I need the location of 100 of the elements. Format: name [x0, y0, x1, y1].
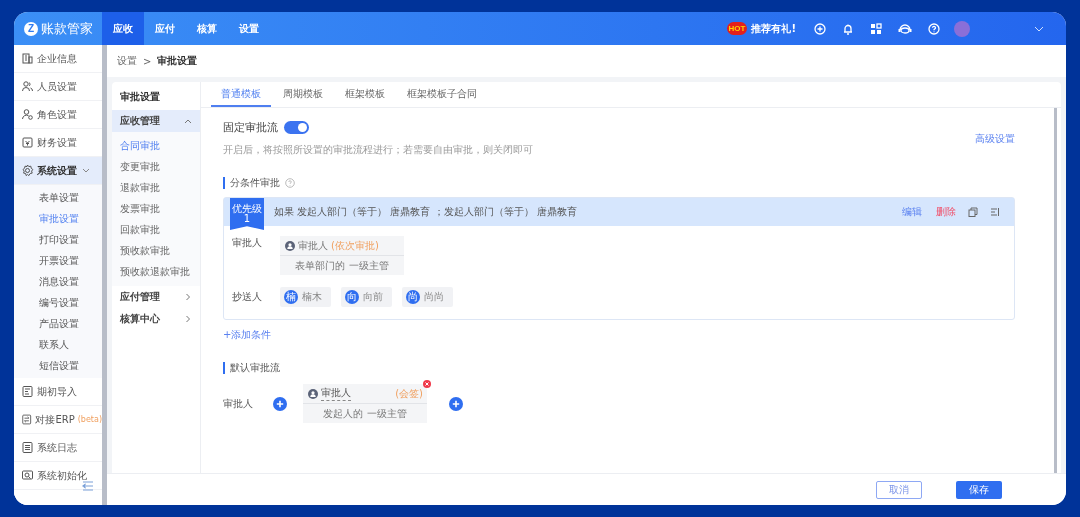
copy-icon[interactable] [968, 207, 978, 217]
person-name: 尚尚 [424, 290, 444, 304]
submenu-item[interactable]: 开票设置 [14, 250, 102, 271]
sidebar-label: 角色设置 [37, 107, 77, 122]
remove-icon[interactable] [423, 380, 431, 388]
subnav-group[interactable]: 核算中心 [112, 308, 200, 330]
subnav-item[interactable]: 发票审批 [112, 198, 200, 219]
person-chip[interactable]: 向 向前 [341, 287, 392, 307]
sidebar-label: 系统初始化 [37, 468, 87, 483]
node-description: 发起人的 一级主管 [322, 406, 408, 421]
breadcrumb-item[interactable]: 设置 [117, 54, 137, 68]
subnav-item[interactable]: 退款审批 [112, 177, 200, 198]
collapse-icon[interactable] [82, 481, 94, 491]
monitor-icon [21, 469, 34, 482]
add-icon[interactable] [273, 396, 287, 411]
advanced-settings-link[interactable]: 高级设置 [975, 131, 1015, 146]
submenu-item[interactable]: 短信设置 [14, 355, 102, 376]
promo-link[interactable]: 推荐有礼! [751, 21, 796, 36]
subnav-group[interactable]: 应收管理 [112, 110, 200, 132]
sidebar-label: 系统日志 [37, 440, 77, 455]
logo-icon: Z [24, 21, 38, 36]
submenu-item[interactable]: 审批设置 [14, 208, 102, 229]
approval-mode: (会签) [395, 386, 423, 401]
submenu-item[interactable]: 打印设置 [14, 229, 102, 250]
nav-tab[interactable]: 设置 [228, 12, 270, 45]
person-icon [285, 240, 295, 251]
subnav-group-label: 应收管理 [120, 114, 160, 128]
subnav-item[interactable]: 合同审批 [112, 135, 200, 156]
submenu-item[interactable]: 表单设置 [14, 187, 102, 208]
sidebar-label: 财务设置 [37, 135, 77, 150]
initial-avatar: 楠 [284, 290, 298, 304]
node-description: 表单部门的 一级主管 [294, 258, 390, 273]
grid-icon[interactable] [870, 22, 882, 35]
submenu-item[interactable]: 联系人 [14, 334, 102, 355]
person-chip[interactable]: 楠 楠木 [280, 287, 331, 307]
approver-node[interactable]: 审批人 (依次审批) 表单部门的 一级主管 [280, 236, 404, 275]
field-label: 审批人 [223, 396, 254, 411]
tab[interactable]: 周期模板 [273, 82, 333, 107]
priority-label: 优先级 [232, 204, 262, 214]
sidebar-label: 人员设置 [37, 79, 77, 94]
help-icon [285, 178, 295, 188]
headset-icon[interactable] [898, 22, 912, 35]
condition-text: 如果 发起人部门（等于） 唐鼎教育 ；发起人部门（等于） 唐鼎教育 [274, 205, 578, 219]
document-icon [21, 385, 34, 398]
section-title: 默认审批流 [223, 362, 280, 374]
toggle-switch[interactable] [284, 121, 309, 134]
add-icon[interactable] [449, 396, 463, 411]
scrollbar[interactable] [1054, 108, 1057, 473]
approval-mode: (依次审批) [331, 238, 379, 253]
approver-node[interactable]: 审批人 (会签) 发起人的 一级主管 [303, 384, 427, 423]
nav-tab[interactable]: 应付 [144, 12, 186, 45]
list-icon [21, 441, 34, 454]
chevron-down-icon[interactable] [1034, 25, 1044, 32]
bell-icon[interactable] [842, 22, 854, 35]
scrollbar[interactable] [102, 45, 107, 505]
initial-avatar: 向 [345, 290, 359, 304]
nav-tab[interactable]: 核算 [186, 12, 228, 45]
subnav-item[interactable]: 回款审批 [112, 219, 200, 240]
submenu-item[interactable]: 产品设置 [14, 313, 102, 334]
hint-text: 开启后，将按照所设置的审批流程进行；若需要自由审批，则关闭即可 [223, 143, 533, 157]
save-button[interactable]: 保存 [956, 480, 1002, 499]
add-condition-link[interactable]: +添加条件 [223, 328, 1015, 342]
gear-icon [21, 164, 34, 177]
subnav-title: 审批设置 [119, 90, 161, 104]
app-title: 账款管家 [41, 19, 93, 38]
nav-tab[interactable]: 应收 [102, 12, 144, 45]
subnav-group-label: 核算中心 [120, 312, 160, 326]
help-icon[interactable] [928, 22, 940, 35]
breadcrumb-item: 审批设置 [157, 54, 198, 68]
person-chip[interactable]: 尚 尚尚 [402, 287, 453, 307]
users-icon [21, 80, 34, 93]
ledger-icon [21, 136, 34, 149]
subnav-group-label: 应付管理 [120, 290, 160, 304]
initial-avatar: 尚 [406, 290, 420, 304]
section-title: 分条件审批 [223, 177, 280, 189]
user-badge-icon [21, 108, 34, 121]
tab[interactable]: 框架模板 [335, 82, 395, 107]
subnav-item[interactable]: 变更审批 [112, 156, 200, 177]
setting-label: 固定审批流 [223, 120, 278, 135]
subnav-group[interactable]: 应付管理 [112, 286, 200, 308]
add-icon[interactable] [814, 22, 826, 35]
reorder-icon[interactable] [990, 207, 1000, 217]
person-name: 向前 [363, 290, 383, 304]
exchange-icon [21, 413, 33, 426]
subnav-item[interactable]: 预收款审批 [112, 240, 200, 261]
hot-badge: HOT [726, 22, 748, 35]
field-label: 审批人 [232, 236, 263, 250]
sidebar-label: 期初导入 [37, 384, 77, 399]
subnav-item[interactable]: 预收款退款审批 [112, 261, 200, 282]
tab[interactable]: 框架模板子合同 [397, 82, 487, 107]
sidebar-label: 系统设置 [37, 163, 77, 178]
submenu-item[interactable]: 消息设置 [14, 271, 102, 292]
building-icon [21, 52, 34, 65]
node-title: 审批人 [321, 386, 351, 401]
breadcrumb-separator: > [143, 55, 152, 67]
sidebar-item[interactable]: 系统设置 [14, 157, 102, 185]
tab[interactable]: 普通模板 [211, 82, 271, 107]
node-title: 审批人 [298, 238, 328, 253]
sidebar-label: 对接ERP [35, 412, 75, 427]
submenu-item[interactable]: 编号设置 [14, 292, 102, 313]
